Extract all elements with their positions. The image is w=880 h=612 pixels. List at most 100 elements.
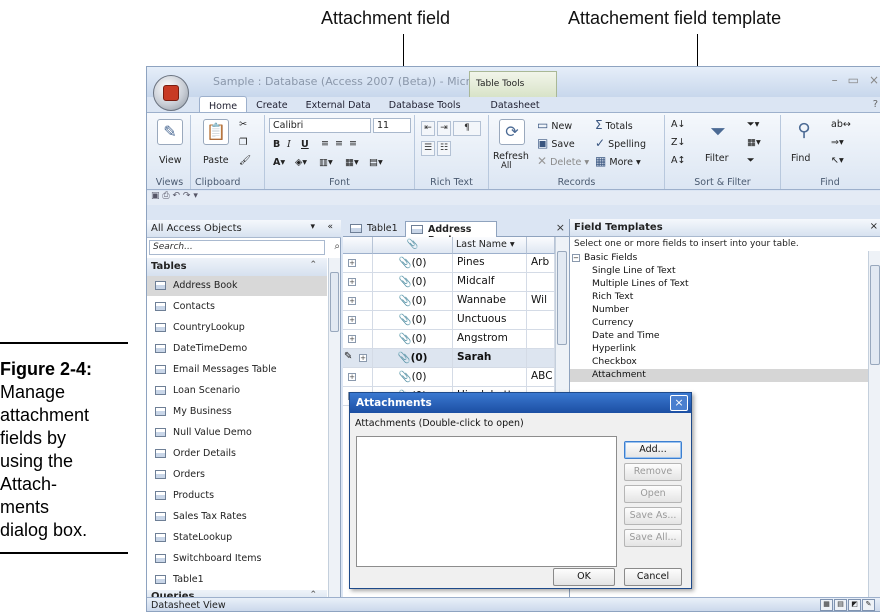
last-name-cell[interactable]: Midcalf [453,273,527,292]
doc-tab-address-book[interactable]: Address Book [405,221,497,246]
datasheet-format-icon[interactable]: ▤▾ [369,157,383,168]
attachment-cell[interactable]: 📎(0) [373,273,453,292]
align-right-icon[interactable]: ≡ [349,138,357,149]
sort-descending-icon[interactable]: Z↓ [671,137,685,148]
last-name-cell[interactable]: Unctuous [453,311,527,330]
record-selector[interactable]: + [343,292,373,311]
find-button[interactable]: Find [791,153,810,164]
spelling-button[interactable]: ✓ Spelling [595,137,646,150]
nav-item-products[interactable]: Products [147,486,327,506]
alt-row-color-icon[interactable]: ▥▾ [319,157,333,168]
category-basic-fields[interactable]: − Basic Fields [570,252,868,265]
numbering-icon[interactable]: ☷ [437,141,451,156]
doc-tab-table1[interactable]: Table1 [345,221,404,237]
close-document-icon[interactable]: × [556,221,565,234]
underline-button[interactable]: U [301,139,309,150]
goto-icon[interactable]: ⇒▾ [831,137,844,148]
grid-scroll-thumb[interactable] [557,251,567,345]
attachments-list[interactable] [356,436,617,567]
table-row[interactable]: + 📎(0) Pines Arb [343,254,555,273]
minimize-icon[interactable]: – [832,73,838,87]
totals-button[interactable]: Σ Totals [595,119,633,132]
attachment-cell[interactable]: 📎(0) [373,311,453,330]
nav-item-loan-scenario[interactable]: Loan Scenario [147,381,327,401]
last-name-cell[interactable]: Pines [453,254,527,273]
cut-icon[interactable]: ✂ [239,119,247,130]
search-icon[interactable]: ⌕ [334,241,340,252]
advanced-filter-icon[interactable]: ▦▾ [747,137,761,148]
format-painter-icon[interactable]: 🖌 [239,155,251,166]
next-cell[interactable] [527,311,555,330]
nav-item-my-business[interactable]: My Business [147,402,327,422]
toggle-filter-icon[interactable]: ⏷ [747,155,755,166]
font-size-select[interactable]: 11 [373,118,411,133]
nav-scrollbar[interactable] [328,258,340,597]
save-as-button[interactable]: Save As... [624,507,682,525]
table-row[interactable]: + 📎(0) Unctuous [343,311,555,330]
nav-item-statelookup[interactable]: StateLookup [147,528,327,548]
record-selector[interactable]: ✎ + [343,349,373,368]
open-button[interactable]: Open [624,485,682,503]
close-window-icon[interactable]: × [869,73,879,87]
next-column-header[interactable] [527,237,555,254]
next-cell[interactable]: Arb [527,254,555,273]
next-cell[interactable] [527,273,555,292]
expand-icon[interactable]: + [348,316,356,324]
new-record-button[interactable]: ▭ New [537,119,572,132]
paragraph-icon[interactable]: ¶ [453,121,481,136]
dialog-close-icon[interactable]: × [670,395,688,411]
gridlines-icon[interactable]: ▦▾ [345,157,359,168]
expand-icon[interactable]: + [348,297,356,305]
attachment-cell[interactable]: 📎(0) [373,368,453,387]
design-view-icon[interactable]: ✎ [862,599,875,611]
select-all-cell[interactable] [343,237,373,254]
font-color-icon[interactable]: A▾ [273,157,285,168]
save-all-button[interactable]: Save All... [624,529,682,547]
section-tables[interactable]: Tables ⌃ [147,258,327,276]
expand-icon[interactable]: + [348,259,356,267]
template-item[interactable]: Hyperlink [570,343,868,356]
template-item[interactable]: Rich Text [570,291,868,304]
office-button[interactable] [153,75,189,111]
nav-item-sales-tax-rates[interactable]: Sales Tax Rates [147,507,327,527]
undo-icon[interactable]: ↶ [172,191,180,201]
table-row[interactable]: + 📎(0) Angstrom [343,330,555,349]
nav-search-input[interactable]: Search... ⌕ [149,240,340,255]
selection-filter-icon[interactable]: ⏷▾ [747,119,759,130]
record-selector[interactable]: + [343,311,373,330]
attachment-cell[interactable]: 📎(0) [373,292,453,311]
nav-item-email-messages[interactable]: Email Messages Table [147,360,327,380]
templates-scrollbar[interactable] [868,251,880,597]
shutter-icon[interactable]: « [327,222,333,232]
record-selector[interactable]: + [343,368,373,387]
nav-menu-icon[interactable]: ▾ [310,222,315,232]
datasheet-view-icon[interactable]: ▦ [820,599,833,611]
attachment-cell[interactable]: 📎(0) [373,330,453,349]
attachment-cell[interactable]: 📎(0) [373,349,453,368]
template-item[interactable]: Number [570,304,868,317]
select-icon[interactable]: ↖▾ [831,155,844,166]
more-button[interactable]: ▦ More ▾ [595,155,641,168]
filter-button[interactable]: Filter [705,153,729,164]
grid-scrollbar[interactable] [555,237,569,407]
decrease-indent-icon[interactable]: ⇤ [421,121,435,136]
fill-color-icon[interactable]: ◈▾ [295,157,307,168]
redo-icon[interactable]: ↷ [183,191,191,201]
cancel-button[interactable]: Cancel [624,568,682,586]
template-item[interactable]: Date and Time [570,330,868,343]
font-name-select[interactable]: Calibri [269,118,371,133]
nav-item-table1[interactable]: Table1 [147,570,327,590]
template-item-selected[interactable]: Attachment [570,369,868,382]
nav-item-address-book[interactable]: Address Book [147,276,327,296]
copy-icon[interactable]: ❐ [239,137,248,148]
clear-sort-icon[interactable]: A↕ [671,155,685,166]
pivottable-view-icon[interactable]: ▤ [834,599,847,611]
last-name-column-header[interactable]: Last Name ▾ [453,237,527,254]
expand-icon[interactable]: + [348,278,356,286]
expand-icon[interactable]: + [348,373,356,381]
pivotchart-view-icon[interactable]: ◩ [848,599,861,611]
align-center-icon[interactable]: ≡ [335,138,343,149]
save-icon[interactable]: ▣ [151,191,160,201]
bullets-icon[interactable]: ☰ [421,141,435,156]
nav-item-switchboard-items[interactable]: Switchboard Items [147,549,327,569]
